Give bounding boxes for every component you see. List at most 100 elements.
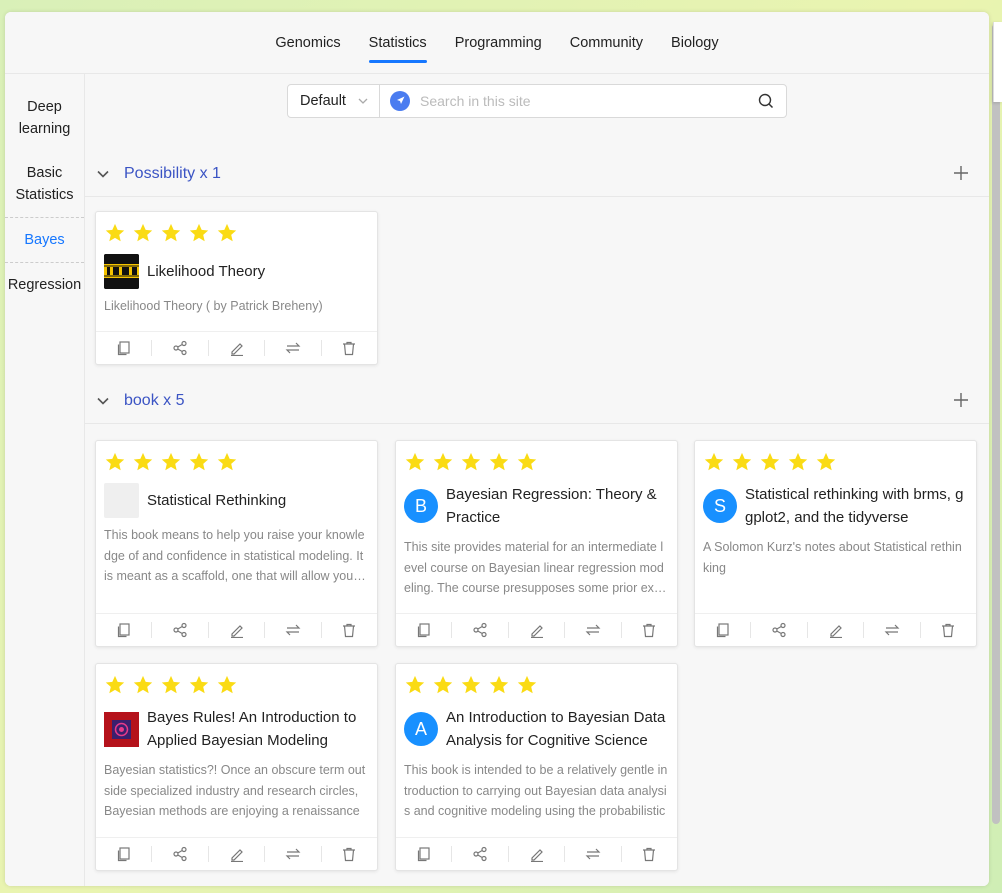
star-icon[interactable] (404, 451, 426, 473)
delete-button[interactable] (919, 622, 976, 638)
star-icon[interactable] (488, 451, 510, 473)
share-icon (473, 622, 487, 638)
delete-button[interactable] (320, 846, 377, 862)
star-icon[interactable] (104, 222, 126, 244)
star-icon[interactable] (432, 674, 454, 696)
star-icon[interactable] (404, 674, 426, 696)
add-icon[interactable] (953, 392, 969, 413)
copy-button[interactable] (96, 340, 151, 356)
side-panel-edge[interactable] (993, 22, 1002, 102)
delete-icon (643, 847, 656, 862)
star-icon[interactable] (460, 451, 482, 473)
star-icon[interactable] (104, 451, 126, 473)
star-icon[interactable] (216, 674, 238, 696)
star-icon[interactable] (188, 451, 210, 473)
star-icon[interactable] (759, 451, 781, 473)
site-card[interactable]: Likelihood Theory Likelihood Theory ( by… (95, 211, 378, 365)
delete-button[interactable] (320, 340, 377, 356)
star-icon[interactable] (516, 674, 538, 696)
swap-button[interactable] (264, 622, 320, 638)
swap-button[interactable] (264, 846, 320, 862)
collapse-icon[interactable] (96, 394, 110, 408)
star-icon[interactable] (160, 674, 182, 696)
star-icon[interactable] (104, 674, 126, 696)
rating-stars[interactable] (404, 451, 544, 473)
star-icon[interactable] (731, 451, 753, 473)
tab-biology[interactable]: Biology (671, 12, 719, 74)
rating-stars[interactable] (404, 674, 544, 696)
copy-button[interactable] (396, 622, 451, 638)
star-icon[interactable] (703, 451, 725, 473)
share-button[interactable] (151, 846, 207, 862)
swap-button[interactable] (564, 622, 620, 638)
sidebar-item-regression[interactable]: Regression (5, 263, 84, 307)
search-scope-select[interactable]: Default (288, 85, 380, 117)
copy-button[interactable] (96, 622, 151, 638)
copy-button[interactable] (396, 846, 451, 862)
card-title[interactable]: Bayes Rules! An Introduction to Applied … (147, 706, 369, 752)
star-icon[interactable] (216, 451, 238, 473)
card-title[interactable]: Statistical Rethinking (147, 489, 286, 512)
site-card[interactable]: Bayes Rules! An Introduction to Applied … (95, 663, 378, 871)
tab-programming[interactable]: Programming (455, 12, 542, 74)
star-icon[interactable] (488, 674, 510, 696)
scrollbar-thumb[interactable] (992, 24, 1000, 824)
tab-statistics[interactable]: Statistics (368, 12, 427, 74)
edit-button[interactable] (207, 622, 264, 638)
delete-button[interactable] (320, 622, 377, 638)
share-button[interactable] (151, 622, 207, 638)
card-title[interactable]: Likelihood Theory (147, 260, 265, 283)
star-icon[interactable] (132, 451, 154, 473)
share-button[interactable] (151, 340, 207, 356)
collapse-icon[interactable] (96, 167, 110, 181)
swap-button[interactable] (863, 622, 919, 638)
star-icon[interactable] (132, 222, 154, 244)
rating-stars[interactable] (104, 451, 244, 473)
star-icon[interactable] (188, 674, 210, 696)
card-title[interactable]: An Introduction to Bayesian Data Analysi… (446, 706, 669, 752)
share-button[interactable] (451, 846, 507, 862)
site-card[interactable]: Statistical Rethinking This book means t… (95, 440, 378, 647)
edit-button[interactable] (207, 846, 264, 862)
star-icon[interactable] (188, 222, 210, 244)
site-card[interactable]: A An Introduction to Bayesian Data Analy… (395, 663, 678, 871)
delete-button[interactable] (620, 622, 677, 638)
rating-stars[interactable] (104, 674, 244, 696)
tab-genomics[interactable]: Genomics (275, 12, 340, 74)
site-card[interactable]: B Bayesian Regression: Theory & Practice… (395, 440, 678, 647)
search-input[interactable] (420, 85, 746, 117)
rating-stars[interactable] (104, 222, 244, 244)
star-icon[interactable] (460, 674, 482, 696)
add-icon[interactable] (953, 165, 969, 186)
star-icon[interactable] (160, 451, 182, 473)
card-title[interactable]: Statistical rethinking with brms, ggplot… (745, 483, 968, 529)
sidebar-item-bayes[interactable]: Bayes (5, 217, 84, 263)
search-icon[interactable] (746, 85, 786, 117)
star-icon[interactable] (432, 451, 454, 473)
scrollbar[interactable] (990, 18, 1002, 866)
star-icon[interactable] (787, 451, 809, 473)
sidebar-item-deep-learning[interactable]: Deep learning (5, 85, 84, 151)
edit-button[interactable] (806, 622, 863, 638)
swap-button[interactable] (264, 340, 320, 356)
edit-button[interactable] (507, 622, 564, 638)
swap-button[interactable] (564, 846, 620, 862)
location-icon[interactable] (380, 85, 420, 117)
copy-button[interactable] (96, 846, 151, 862)
card-title[interactable]: Bayesian Regression: Theory & Practice (446, 483, 669, 529)
share-button[interactable] (750, 622, 806, 638)
tab-community[interactable]: Community (570, 12, 643, 74)
star-icon[interactable] (815, 451, 837, 473)
site-card[interactable]: S Statistical rethinking with brms, ggpl… (694, 440, 977, 647)
star-icon[interactable] (132, 674, 154, 696)
sidebar-item-basic-statistics[interactable]: Basic Statistics (5, 151, 84, 217)
edit-button[interactable] (207, 340, 264, 356)
share-button[interactable] (451, 622, 507, 638)
edit-button[interactable] (507, 846, 564, 862)
star-icon[interactable] (160, 222, 182, 244)
star-icon[interactable] (516, 451, 538, 473)
copy-button[interactable] (695, 622, 750, 638)
star-icon[interactable] (216, 222, 238, 244)
delete-button[interactable] (620, 846, 677, 862)
rating-stars[interactable] (703, 451, 843, 473)
